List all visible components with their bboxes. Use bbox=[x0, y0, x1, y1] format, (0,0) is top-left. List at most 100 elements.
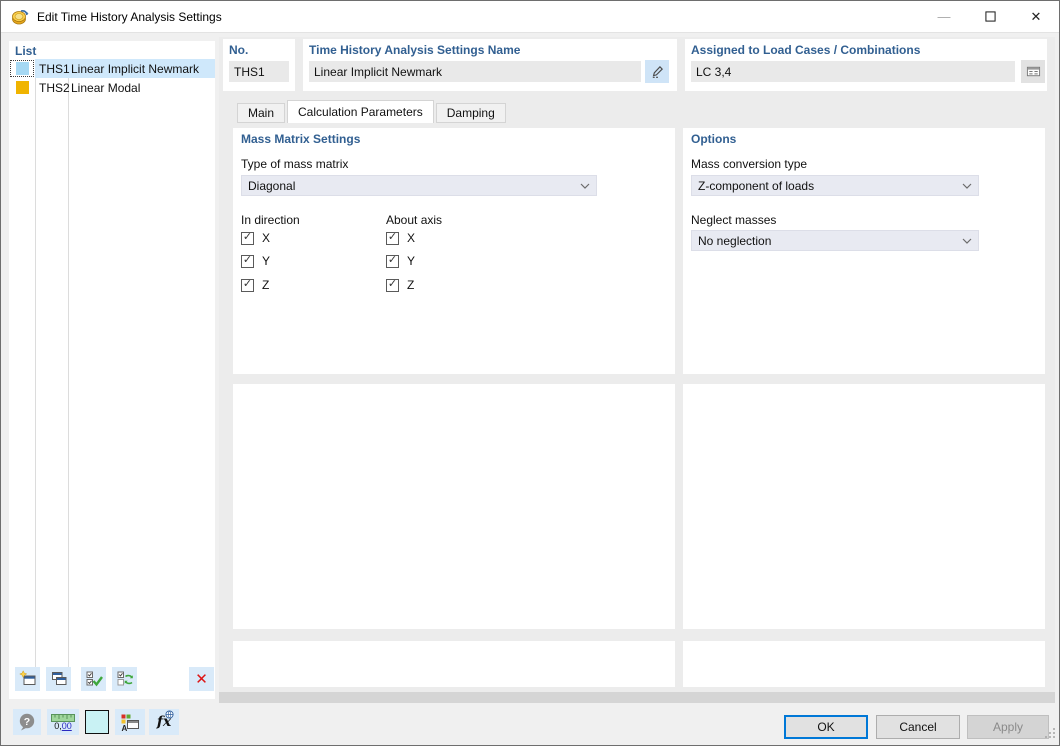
checkbox-about-axis-y[interactable]: ✓ Y bbox=[386, 254, 415, 268]
empty-panel bbox=[233, 641, 675, 687]
list-column-divider bbox=[35, 59, 36, 669]
new-entry-button[interactable] bbox=[15, 667, 40, 691]
assigned-field[interactable]: LC 3,4 bbox=[691, 61, 1015, 82]
checkbox-label: Y bbox=[262, 254, 271, 268]
tab-damping[interactable]: Damping bbox=[435, 103, 506, 123]
list-column-divider bbox=[68, 59, 69, 669]
chevron-down-icon bbox=[962, 238, 972, 244]
name-label: Time History Analysis Settings Name bbox=[309, 43, 521, 57]
color-picker-button[interactable] bbox=[85, 710, 109, 734]
dropdown-value: Z-component of loads bbox=[698, 178, 815, 193]
checkbox-label: X bbox=[407, 231, 416, 245]
empty-panel bbox=[233, 384, 675, 629]
options-header: Options bbox=[691, 132, 737, 146]
mass-matrix-settings-panel: Mass Matrix Settings Type of mass matrix… bbox=[233, 128, 675, 374]
check-icon: ✓ bbox=[242, 254, 253, 266]
checkbox: ✓ bbox=[386, 254, 399, 268]
no-label: No. bbox=[229, 43, 249, 57]
help-icon: ? bbox=[19, 713, 35, 731]
check-icon: ✓ bbox=[242, 231, 253, 243]
type-of-mass-matrix-dropdown[interactable]: Diagonal bbox=[241, 175, 597, 196]
pencil-icon bbox=[652, 66, 663, 78]
assigned-panel: Assigned to Load Cases / Combinations LC… bbox=[685, 39, 1047, 91]
dropdown-value: Diagonal bbox=[248, 178, 296, 193]
empty-panel bbox=[683, 641, 1045, 687]
color-swatch bbox=[15, 81, 29, 94]
assign-load-cases-button[interactable] bbox=[1021, 60, 1045, 83]
check-all-button[interactable] bbox=[81, 667, 106, 691]
checkbox-label: Z bbox=[407, 278, 415, 292]
units-decimal-places-button[interactable]: 0,00 bbox=[47, 709, 79, 735]
minimize-icon: — bbox=[937, 9, 951, 24]
cancel-button[interactable]: Cancel bbox=[876, 715, 960, 739]
caption-buttons: — ✕ bbox=[921, 1, 1059, 32]
toggle-selection-icon bbox=[117, 671, 133, 686]
checkbox: ✓ bbox=[241, 278, 254, 292]
list-item-ths2[interactable]: THS2 Linear Modal bbox=[9, 78, 215, 97]
checkbox-in-direction-z[interactable]: ✓ Z bbox=[241, 278, 269, 292]
color-swatch bbox=[15, 62, 29, 75]
delete-icon: ✕ bbox=[195, 670, 208, 688]
chevron-down-icon bbox=[962, 183, 972, 189]
tab-calculation-parameters[interactable]: Calculation Parameters bbox=[287, 100, 434, 123]
help-button[interactable]: ? bbox=[13, 709, 41, 735]
options-panel: Options Mass conversion type Z-component… bbox=[683, 128, 1045, 374]
svg-text:?: ? bbox=[24, 716, 30, 728]
app-icon bbox=[11, 8, 29, 26]
resize-grip[interactable] bbox=[1044, 727, 1056, 742]
copy-entry-button[interactable] bbox=[46, 667, 71, 691]
checkbox-about-axis-z[interactable]: ✓ Z bbox=[386, 278, 414, 292]
checkbox-label: X bbox=[262, 231, 271, 245]
new-entry-icon bbox=[18, 670, 35, 685]
check-icon: ✓ bbox=[387, 231, 398, 243]
mass-matrix-settings-header: Mass Matrix Settings bbox=[241, 132, 361, 146]
analysis-settings-list-panel: List THS1 Linear Implicit Newmark THS2 L… bbox=[9, 41, 215, 699]
list-item-name: Linear Implicit Newmark bbox=[71, 61, 200, 76]
tab-label: Calculation Parameters bbox=[298, 105, 423, 119]
name-field[interactable]: Linear Implicit Newmark bbox=[309, 61, 641, 82]
formula-button[interactable]: fx bbox=[149, 709, 179, 735]
check-icon: ✓ bbox=[387, 278, 398, 290]
mass-conversion-type-dropdown[interactable]: Z-component of loads bbox=[691, 175, 979, 196]
list-toolbar: ✕ bbox=[9, 667, 215, 693]
checkbox: ✓ bbox=[241, 254, 254, 268]
check-all-icon bbox=[86, 671, 103, 687]
close-icon[interactable]: ✕ bbox=[1013, 1, 1059, 32]
checkbox: ✓ bbox=[386, 231, 399, 245]
toggle-selection-button[interactable] bbox=[112, 667, 137, 691]
list-item-id: THS1 bbox=[39, 61, 70, 76]
dropdown-value: No neglection bbox=[698, 233, 772, 248]
list-item-ths1[interactable]: THS1 Linear Implicit Newmark bbox=[9, 59, 215, 78]
no-panel: No. THS1 bbox=[223, 39, 295, 91]
window-title: Edit Time History Analysis Settings bbox=[37, 9, 222, 24]
assigned-label: Assigned to Load Cases / Combinations bbox=[691, 43, 921, 57]
checkbox-about-axis-x[interactable]: ✓ X bbox=[386, 231, 415, 245]
maximize-icon[interactable] bbox=[967, 1, 1013, 32]
delete-entry-button[interactable]: ✕ bbox=[189, 667, 214, 691]
checkbox-in-direction-y[interactable]: ✓ Y bbox=[241, 254, 270, 268]
display-settings-button[interactable]: A bbox=[115, 709, 145, 735]
list-item-name: Linear Modal bbox=[71, 80, 141, 95]
list-item-id: THS2 bbox=[39, 80, 70, 95]
name-panel: Time History Analysis Settings Name Line… bbox=[303, 39, 677, 91]
rename-button[interactable] bbox=[645, 60, 669, 83]
decimal-places-label: 0,00 bbox=[54, 721, 72, 731]
dialog-edit-time-history-analysis-settings: Edit Time History Analysis Settings — ✕ … bbox=[0, 0, 1060, 746]
no-field[interactable]: THS1 bbox=[229, 61, 289, 82]
neglect-masses-dropdown[interactable]: No neglection bbox=[691, 230, 979, 251]
svg-text:A: A bbox=[122, 724, 128, 732]
copy-entry-icon bbox=[51, 672, 66, 685]
about-axis-label: About axis bbox=[386, 213, 443, 227]
in-direction-label: In direction bbox=[241, 213, 300, 227]
display-settings-icon: A bbox=[121, 714, 139, 732]
ok-button[interactable]: OK bbox=[784, 715, 868, 739]
list-header: List bbox=[15, 44, 37, 58]
checkbox-in-direction-x[interactable]: ✓ X bbox=[241, 231, 270, 245]
mass-conversion-type-label: Mass conversion type bbox=[691, 157, 808, 171]
titlebar: Edit Time History Analysis Settings — ✕ bbox=[1, 1, 1059, 33]
chevron-down-icon bbox=[580, 183, 590, 189]
checkbox-label: Y bbox=[407, 254, 416, 268]
tab-main[interactable]: Main bbox=[237, 103, 286, 123]
check-icon: ✓ bbox=[387, 254, 398, 266]
content-bottom-edge bbox=[219, 692, 1055, 703]
